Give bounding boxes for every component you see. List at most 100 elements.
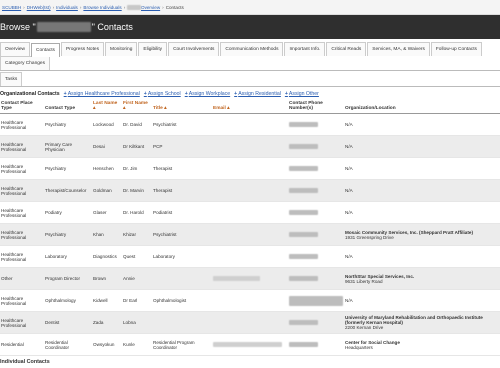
cell-organization: NorthStar Special Services, Inc. 9631 Lib… — [344, 267, 500, 290]
cell-email — [212, 113, 288, 136]
cell-organization: University of Maryland Rehabilitation an… — [344, 311, 500, 334]
sort-arrow-icon: ▴ — [93, 106, 96, 111]
tab-important-info[interactable]: Important Info. — [284, 42, 326, 56]
tab-tasks[interactable]: Tasks — [0, 72, 23, 86]
org-contacts-table: Contact Place Type Contact Type Last Nam… — [0, 99, 500, 356]
cell-email — [212, 135, 288, 158]
cell-title: Residential Program Coordinator — [152, 333, 212, 356]
col-first-name-sort[interactable]: First Name ▴ — [122, 99, 152, 114]
table-row[interactable]: Healthcare ProfessionalDentistZadaLobna 4… — [0, 311, 500, 334]
cell-phone: 410-486-0155 — [288, 223, 344, 246]
plus-icon: + — [143, 91, 147, 97]
redacted-name: xxxxxxxxxxxx — [36, 22, 91, 32]
tab-services[interactable]: Services, MA, & Waivers — [367, 42, 430, 56]
cell-last-name: Henschen — [92, 157, 122, 180]
org-location: 9631 Liberty Road — [345, 278, 383, 284]
tab-court-involvements[interactable]: Court Involvements — [168, 42, 220, 56]
breadcrumb-separator: › — [79, 4, 82, 10]
sort-arrow-icon: ▴ — [227, 106, 230, 111]
breadcrumb-scubbh[interactable]: SCUBBH — [2, 5, 21, 10]
table-row[interactable]: Residential Residential Coordinator Owsyok… — [0, 333, 500, 356]
breadcrumb-browse-individuals[interactable]: Browse Individuals — [83, 5, 121, 10]
col-title-sort[interactable]: Title ▴ — [152, 99, 212, 114]
cell-organization: N/A — [344, 289, 500, 312]
assign-school-button[interactable]: + Assign School — [144, 91, 181, 97]
breadcrumb-current: Contacts — [165, 4, 184, 10]
breadcrumb-separator: › — [123, 4, 126, 10]
org-name: Center for Social Change — [345, 339, 400, 345]
cell-place-type: Healthcare Professional — [0, 113, 44, 136]
page-header: Browse "xxxxxxxxxxxx" Contacts — [0, 15, 500, 39]
table-row[interactable]: Healthcare Professional Laboratory Diagnos… — [0, 245, 500, 268]
breadcrumb-dhweb[interactable]: DHWeb(tst) — [27, 5, 51, 10]
cell-first-name: Dr. Jim — [122, 157, 152, 180]
table-row[interactable]: Healthcare Professional Ophthalmology Kidw… — [0, 289, 500, 312]
cell-place-type: Healthcare Professional — [0, 311, 44, 334]
cell-contact-type: Therapist/Counselor — [44, 179, 92, 202]
assign-other-button[interactable]: + Assign Other — [285, 91, 319, 97]
cell-first-name: Annie — [122, 267, 152, 290]
tab-monitoring[interactable]: Monitoring — [105, 42, 138, 56]
col-email-sort[interactable]: Email ▴ — [212, 99, 288, 114]
cell-phone: 410-922-6551 — [288, 267, 344, 290]
tab-bar-row2: Tasks — [0, 71, 500, 87]
cell-place-type: Other — [0, 267, 44, 290]
tab-bar: Overview Contacts Progress Notes Monitor… — [0, 39, 500, 71]
table-header-row: Contact Place Type Contact Type Last Nam… — [0, 99, 500, 114]
breadcrumb: SCUBBH › DHWeb(tst) › Individuals › Browse … — [0, 0, 500, 15]
cell-email — [212, 311, 288, 334]
col-phone: Contact Phone Number(s) — [288, 99, 344, 114]
cell-email — [212, 245, 288, 268]
cell-email: kunle@centerforsocialchange.org — [212, 333, 288, 356]
cell-last-name: Zada — [92, 311, 122, 334]
tab-overview[interactable]: Overview — [0, 42, 30, 56]
cell-contact-type: Program Director — [44, 267, 92, 290]
cell-contact-type: Psychiatry — [44, 157, 92, 180]
table-row[interactable]: Healthcare Professional Podiatry Glaser Dr.… — [0, 201, 500, 224]
col-last-name-sort[interactable]: Last Name ▴ — [92, 99, 122, 114]
cell-organization: N/A — [344, 245, 500, 268]
cell-first-name: Dr. David — [122, 113, 152, 136]
cell-phone: 410-498-3815 — [288, 179, 344, 202]
assign-residential-button[interactable]: + Assign Residential — [234, 91, 281, 97]
table-row[interactable]: Healthcare Professional Psychiatry Khan Khi… — [0, 223, 500, 246]
cell-place-type: Healthcare Professional — [0, 157, 44, 180]
org-location: N/A — [345, 254, 353, 259]
cell-first-name: Khizar — [122, 223, 152, 246]
breadcrumb-separator: › — [52, 4, 55, 10]
table-row[interactable]: Healthcare Professional Psychiatry Lockwoo… — [0, 113, 500, 136]
cell-organization: N/A — [344, 135, 500, 158]
cell-organization: Center for Social Change Headquarters — [344, 333, 500, 356]
tab-category-changes[interactable]: Category Changes — [0, 56, 50, 70]
cell-organization: N/A — [344, 113, 500, 136]
cell-last-name: Brown — [92, 267, 122, 290]
table-row[interactable]: OtherProgram DirectorBrownAnnie jbrownie@… — [0, 267, 500, 290]
tab-communication-methods[interactable]: Communication Methods — [220, 42, 284, 56]
table-row[interactable]: Healthcare Professional Primary Care Phys… — [0, 135, 500, 158]
cell-title: Podiatrist — [152, 201, 212, 224]
cell-first-name: Dr. Marvin — [122, 179, 152, 202]
cell-place-type: Healthcare Professional — [0, 179, 44, 202]
table-row[interactable]: Healthcare Professional Psychiatry Hensche… — [0, 157, 500, 180]
tab-contacts[interactable]: Contacts — [31, 43, 60, 57]
col-organization: Organization/Location — [344, 99, 500, 114]
cell-first-name: Kunle — [122, 333, 152, 356]
cell-contact-type: Residential Coordinator — [44, 333, 92, 356]
breadcrumb-separator: › — [23, 4, 25, 10]
tab-progress-notes[interactable]: Progress Notes — [60, 42, 104, 56]
redacted-name: xxxxxx — [127, 4, 141, 10]
breadcrumb-individuals[interactable]: Individuals — [56, 5, 78, 10]
cell-last-name: Diagnostics — [92, 245, 122, 268]
assign-workplace-button[interactable]: + Assign Workplace — [185, 91, 230, 97]
cell-place-type: Residential — [0, 333, 44, 356]
tab-eligibility[interactable]: Eligibility — [138, 42, 168, 56]
assign-healthcare-button[interactable]: + Assign Healthcare Professional — [64, 91, 140, 97]
tab-critical-reads[interactable]: Critical Reads — [326, 42, 367, 56]
cell-title: PCP — [152, 135, 212, 158]
breadcrumb-overview[interactable]: Overview — [141, 5, 160, 10]
cell-place-type: Healthcare Professional — [0, 289, 44, 312]
table-row[interactable]: Healthcare Professional Therapist/Counsel… — [0, 179, 500, 202]
cell-contact-type: Dentist — [44, 311, 92, 334]
tab-follow-up-contacts[interactable]: Follow-up Contacts — [430, 42, 482, 56]
cell-last-name: Goldman — [92, 179, 122, 202]
